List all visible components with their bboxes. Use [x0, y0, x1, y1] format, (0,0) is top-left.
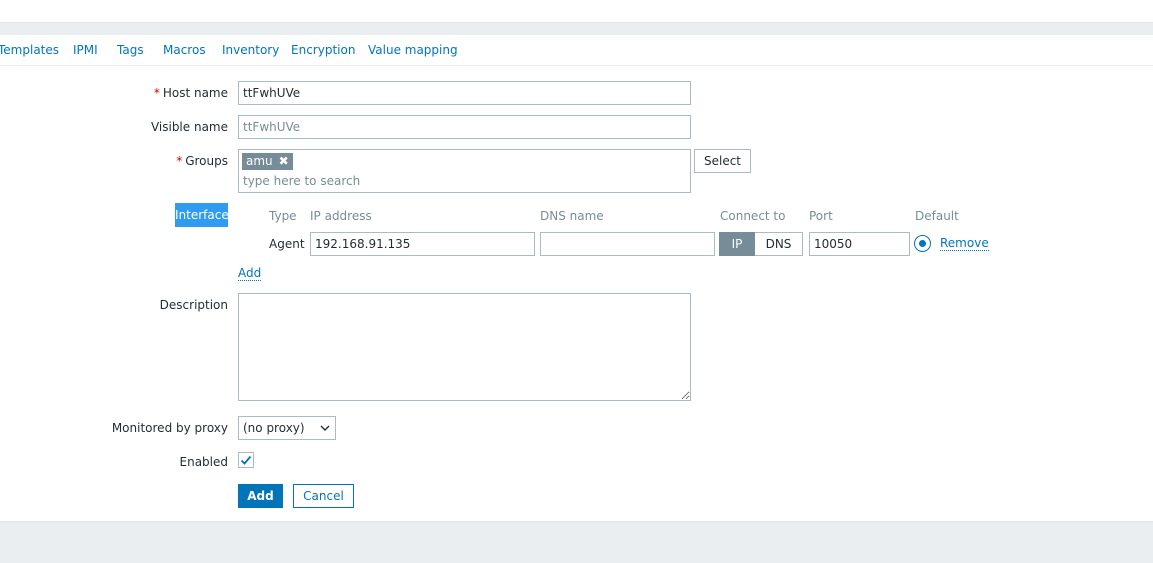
tab-templates[interactable]: Templates	[0, 43, 59, 57]
connect-dns-option[interactable]: DNS	[755, 232, 803, 256]
proxy-select-value: (no proxy)	[243, 421, 305, 435]
default-interface-radio[interactable]	[914, 235, 931, 252]
interface-default-header: Default	[915, 209, 959, 223]
tab-tags[interactable]: Tags	[117, 43, 144, 57]
chevron-down-icon	[320, 417, 330, 448]
interface-connect-header: Connect to	[720, 209, 786, 223]
header-gap	[0, 24, 1153, 35]
host-form-panel: Templates IPMI Tags Macros Inventory Enc…	[0, 35, 1153, 522]
interface-ip-header: IP address	[310, 209, 372, 223]
interface-dns-header: DNS name	[540, 209, 604, 223]
groups-search-input[interactable]	[243, 172, 683, 190]
tab-encryption[interactable]: Encryption	[291, 43, 355, 57]
remove-interface-link[interactable]: Remove	[940, 236, 989, 251]
interface-port-input[interactable]	[809, 232, 910, 256]
tab-ipmi[interactable]: IPMI	[73, 43, 98, 57]
proxy-select[interactable]: (no proxy)	[238, 416, 336, 440]
tab-inventory[interactable]: Inventory	[222, 43, 279, 57]
add-button[interactable]: Add	[238, 484, 283, 508]
group-chip: amu ✖	[242, 153, 293, 170]
top-bar	[0, 0, 1153, 23]
tab-value-mapping[interactable]: Value mapping	[368, 43, 458, 57]
remove-chip-icon[interactable]: ✖	[279, 154, 289, 168]
connect-to-toggle: IP DNS	[719, 232, 803, 256]
interface-ip-input[interactable]	[310, 232, 535, 256]
visible-name-input[interactable]	[238, 115, 691, 139]
groups-label: * Groups	[176, 154, 228, 168]
groups-select-button[interactable]: Select	[694, 149, 751, 173]
proxy-label: Monitored by proxy	[111, 421, 228, 435]
enabled-checkbox[interactable]	[238, 452, 254, 468]
interface-type-header: Type	[269, 209, 297, 223]
interface-port-header: Port	[809, 209, 833, 223]
required-mark: *	[176, 154, 183, 168]
add-interface-link[interactable]: Add	[238, 266, 262, 281]
tab-macros[interactable]: Macros	[163, 43, 206, 57]
required-mark: *	[153, 86, 160, 100]
interfaces-label: Interfaces	[175, 203, 235, 227]
check-icon	[240, 455, 252, 465]
enabled-label: Enabled	[179, 455, 229, 469]
visible-name-label: Visible name	[150, 120, 228, 134]
cancel-button[interactable]: Cancel	[293, 484, 354, 508]
interface-type: Agent	[269, 237, 305, 251]
description-textarea[interactable]	[238, 293, 691, 401]
description-label: Description	[159, 298, 228, 312]
connect-ip-option[interactable]: IP	[719, 232, 755, 256]
form-tabs: Templates IPMI Tags Macros Inventory Enc…	[0, 35, 1153, 66]
groups-multiselect[interactable]: amu ✖	[238, 149, 691, 193]
host-name-label: * Host name	[153, 86, 228, 100]
group-chip-label: amu	[246, 154, 273, 168]
interface-dns-input[interactable]	[540, 232, 715, 256]
host-name-input[interactable]	[238, 81, 691, 105]
